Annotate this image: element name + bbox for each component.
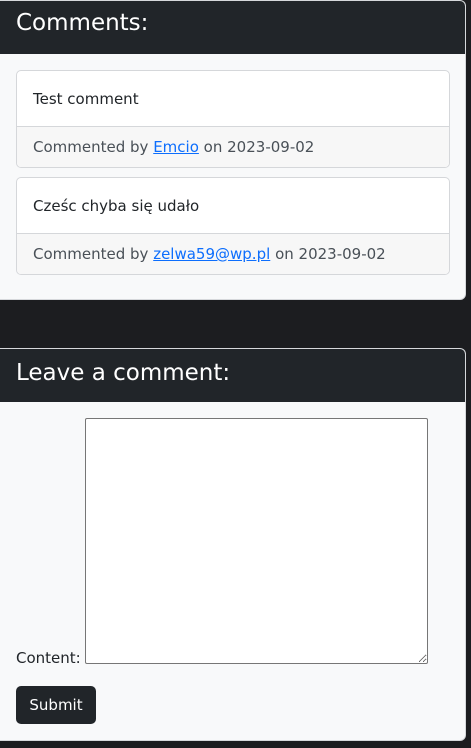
- comment-on-label: on: [275, 245, 294, 263]
- submit-button[interactable]: Submit: [16, 686, 96, 724]
- content-textarea[interactable]: [85, 418, 428, 664]
- content-label: Content:: [16, 649, 81, 667]
- comments-header: Comments:: [0, 1, 465, 54]
- comment-footer: Commented by zelwa59@wp.pl on 2023-09-02: [17, 234, 449, 274]
- leave-comment-header: Leave a comment:: [0, 349, 465, 402]
- comment-date: 2023-09-02: [298, 245, 386, 263]
- comment-card: Test comment Commented by Emcio on 2023-…: [16, 70, 450, 168]
- comment-date: 2023-09-02: [227, 138, 315, 156]
- comment-footer: Commented by Emcio on 2023-09-02: [17, 127, 449, 167]
- comment-text: Cześc chyba się udało: [17, 178, 449, 234]
- comment-author-link[interactable]: zelwa59@wp.pl: [153, 245, 270, 263]
- commented-by-label: Commented by: [33, 245, 149, 263]
- comments-panel: Comments: Test comment Commented by Emci…: [0, 0, 466, 300]
- comment-on-label: on: [203, 138, 223, 156]
- comment-author-link[interactable]: Emcio: [153, 138, 199, 156]
- comment-text: Test comment: [17, 71, 449, 127]
- comment-card: Cześc chyba się udało Commented by zelwa…: [16, 177, 450, 275]
- commented-by-label: Commented by: [33, 138, 149, 156]
- leave-comment-panel: Leave a comment: Content: Submit: [0, 348, 466, 741]
